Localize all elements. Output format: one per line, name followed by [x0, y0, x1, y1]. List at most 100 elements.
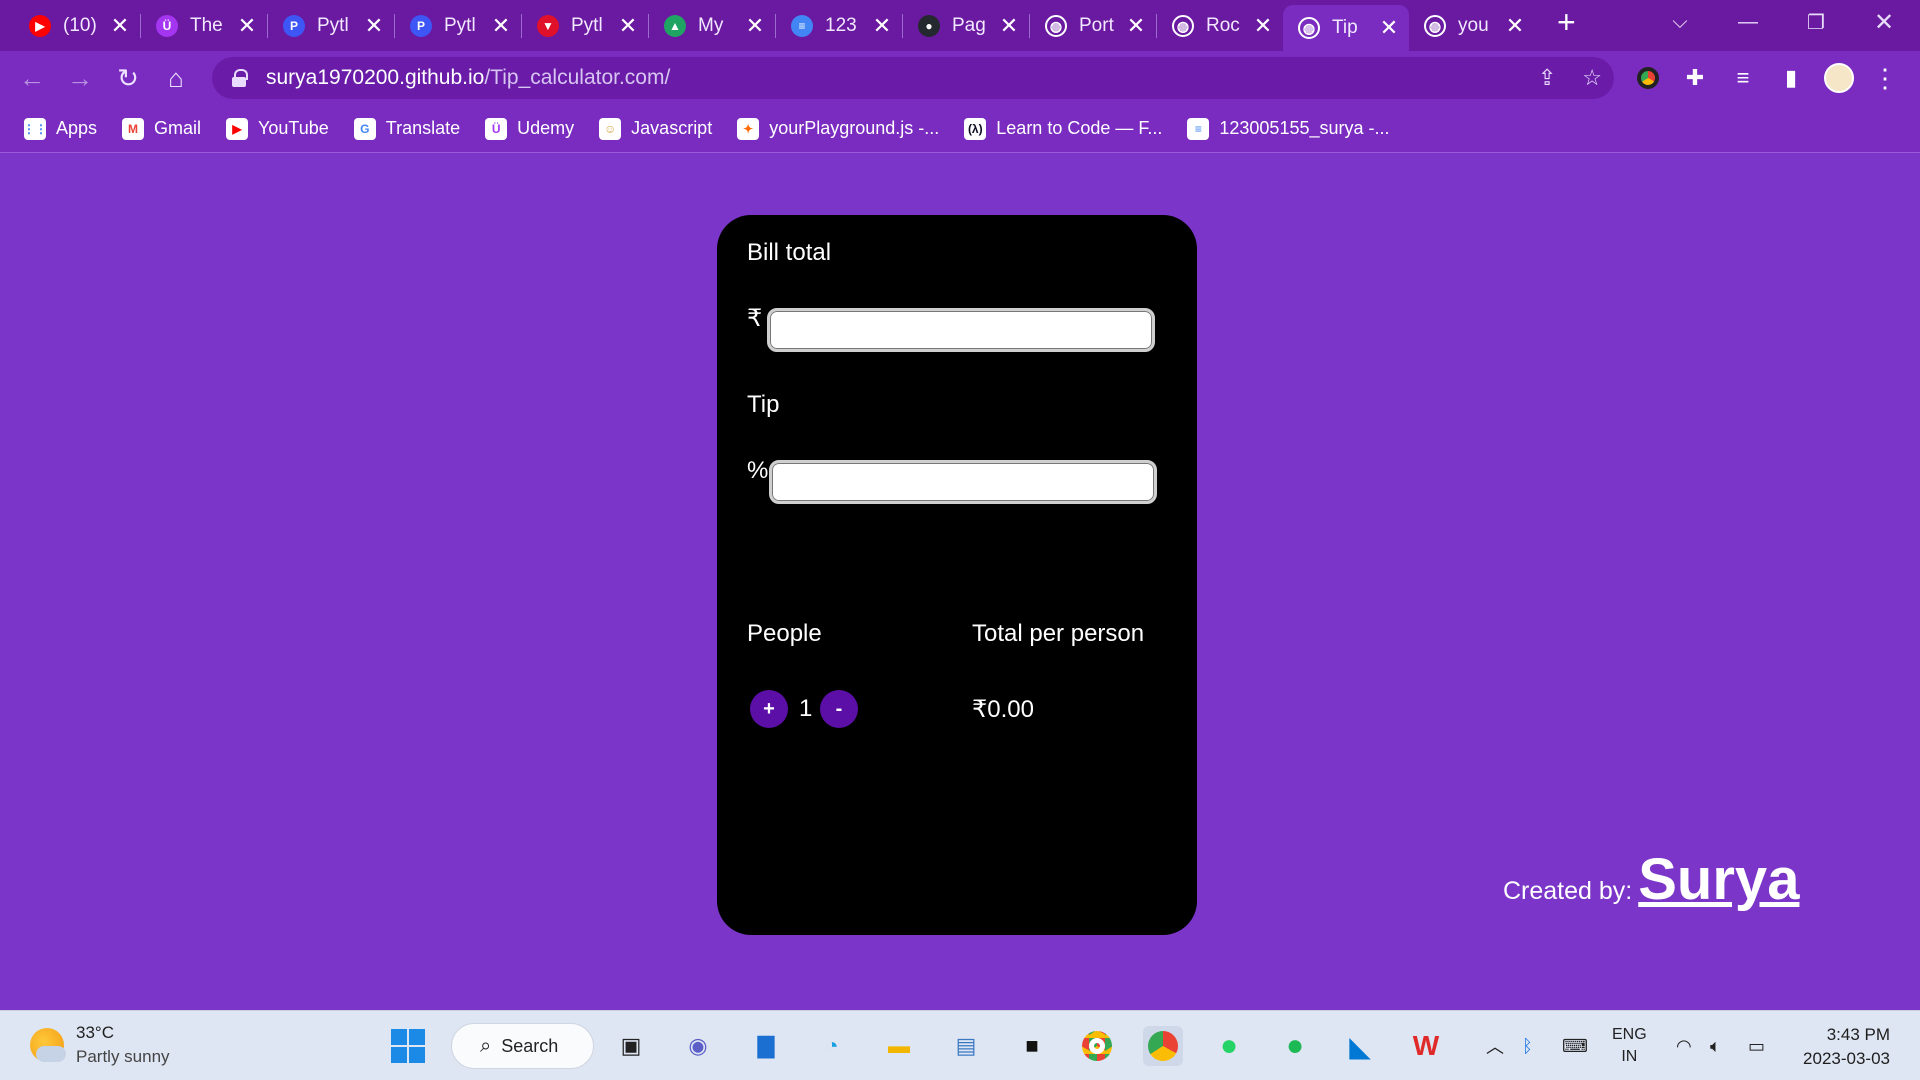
battery-icon[interactable]: ▭	[1748, 1011, 1765, 1080]
reload-icon[interactable]: ↻	[104, 54, 152, 102]
chrome-icon[interactable]	[1077, 1026, 1117, 1066]
system-clock[interactable]: 3:43 PM 2023-03-03	[1803, 1023, 1890, 1071]
browser-tab[interactable]: ◍ you ✕	[1409, 5, 1535, 47]
bill-total-input[interactable]	[767, 308, 1155, 352]
taskbar-search[interactable]: ⌕ Search	[451, 1023, 594, 1069]
close-tab-icon[interactable]: ✕	[1379, 15, 1399, 41]
gmail-icon: M	[122, 117, 145, 140]
youtube-icon: ▶	[29, 15, 51, 37]
close-tab-icon[interactable]: ✕	[745, 13, 765, 39]
side-panel-icon[interactable]: ▮	[1768, 51, 1814, 105]
close-tab-icon[interactable]: ✕	[237, 13, 257, 39]
close-tab-icon[interactable]: ✕	[110, 13, 130, 39]
bookmark-item[interactable]: Ü Udemy	[485, 117, 574, 140]
vscode-icon[interactable]: ◣	[1340, 1026, 1380, 1066]
browser-tab[interactable]: ≡ 123 ✕	[776, 5, 902, 47]
new-tab-icon[interactable]: +	[1557, 4, 1576, 41]
browser-tab[interactable]: ▶ (10) ✕	[14, 5, 140, 47]
chrome-profile-icon[interactable]	[1143, 1026, 1183, 1066]
restore-icon[interactable]: ❐	[1786, 0, 1846, 44]
bookmark-item[interactable]: M Gmail	[122, 117, 201, 140]
bookmark-label: Learn to Code — F...	[996, 118, 1163, 138]
bookmark-item[interactable]: ≡ 123005155_surya -...	[1187, 117, 1390, 140]
close-tab-icon[interactable]: ✕	[872, 13, 892, 39]
minimize-icon[interactable]: —	[1718, 0, 1778, 44]
url-text: surya1970200.github.io/Tip_calculator.co…	[266, 66, 670, 90]
globe-icon: ◍	[1172, 15, 1194, 37]
browser-tab[interactable]: ◍ Roc ✕	[1157, 5, 1283, 47]
bookmark-item[interactable]: G Translate	[353, 117, 460, 140]
widgets-icon[interactable]: ▇	[746, 1026, 786, 1066]
close-tab-icon[interactable]: ✕	[1253, 13, 1273, 39]
browser-tab[interactable]: Ü The ✕	[141, 5, 267, 47]
close-tab-icon[interactable]: ✕	[618, 13, 638, 39]
bookmark-item[interactable]: (λ) Learn to Code — F...	[964, 117, 1163, 140]
tip-percent-input[interactable]	[769, 460, 1157, 504]
tab-title: you	[1458, 15, 1489, 36]
teams-chat-icon[interactable]: ◉	[678, 1026, 718, 1066]
volume-icon[interactable]: 🔈︎	[1710, 1011, 1721, 1080]
bookmark-star-icon[interactable]: ☆	[1582, 65, 1602, 91]
bookmark-item[interactable]: ⋮⋮ Apps	[23, 117, 98, 140]
bluetooth-icon[interactable]: ᛒ	[1522, 1011, 1533, 1080]
total-per-person-label: Total per person	[972, 620, 1145, 647]
whatsapp-icon[interactable]: ●	[1209, 1026, 1249, 1066]
browser-tab[interactable]: ◍ Port ✕	[1030, 5, 1156, 47]
udemy-icon: Ü	[156, 15, 178, 37]
browser-tab[interactable]: P Pytl ✕	[395, 5, 521, 47]
close-tab-icon[interactable]: ✕	[1505, 13, 1525, 39]
google-drive-icon: ▲	[664, 15, 686, 37]
keyboard-icon[interactable]: ⌨	[1562, 1011, 1588, 1080]
python-file-icon[interactable]: ▤	[946, 1026, 986, 1066]
language-indicator[interactable]: ENG IN	[1612, 1011, 1647, 1080]
browser-tab[interactable]: ◍ Tip ✕	[1283, 5, 1409, 51]
tab-title: My	[698, 15, 724, 36]
back-arrow-icon[interactable]: ←	[8, 54, 56, 102]
bookmark-label: Apps	[56, 118, 98, 138]
wps-office-icon[interactable]: W	[1406, 1026, 1446, 1066]
search-icon: ⌕	[480, 1034, 492, 1057]
bookmark-item[interactable]: ▶ YouTube	[226, 117, 329, 140]
browser-tab[interactable]: ▼ Pytl ✕	[522, 5, 648, 47]
browser-tab[interactable]: P Pytl ✕	[268, 5, 394, 47]
bookmark-label: 123005155_surya -...	[1219, 118, 1390, 138]
edge-browser-icon[interactable]: ◔	[812, 1026, 852, 1066]
browser-tab[interactable]: ● Pag ✕	[903, 5, 1029, 47]
profile-avatar[interactable]	[1816, 51, 1862, 105]
weather-widget[interactable]: 33°C Partly sunny	[30, 1021, 170, 1069]
browser-tab[interactable]: ▲ My ✕	[649, 5, 775, 47]
url-path: /Tip_calculator.com/	[484, 66, 671, 89]
partly-sunny-icon	[30, 1028, 66, 1062]
author-link[interactable]: Surya	[1638, 846, 1799, 913]
address-bar[interactable]: surya1970200.github.io/Tip_calculator.co…	[212, 57, 1614, 99]
media-queue-icon[interactable]: ≡	[1720, 51, 1766, 105]
lock-icon[interactable]	[232, 69, 248, 87]
decrement-people-button[interactable]: -	[820, 690, 858, 728]
tab-search-icon[interactable]: ⌵	[1650, 0, 1710, 44]
forward-arrow-icon[interactable]: →	[56, 54, 104, 102]
share-icon[interactable]: ⇪	[1538, 65, 1556, 91]
tab-title: Pytl	[571, 15, 603, 36]
home-icon[interactable]: ⌂	[152, 54, 200, 102]
bill-total-label: Bill total	[747, 239, 832, 266]
bookmark-item[interactable]: ☺ Javascript	[599, 117, 712, 140]
spotify-icon[interactable]: ●	[1275, 1026, 1315, 1066]
tab-title: The	[190, 15, 223, 36]
close-tab-icon[interactable]: ✕	[999, 13, 1019, 39]
increment-people-button[interactable]: +	[750, 690, 788, 728]
task-view-icon[interactable]: ▣	[611, 1026, 651, 1066]
close-window-icon[interactable]: ✕	[1854, 0, 1914, 44]
wifi-icon[interactable]: ◠	[1676, 1011, 1692, 1080]
close-tab-icon[interactable]: ✕	[1126, 13, 1146, 39]
bookmark-item[interactable]: ✦ yourPlayground.js -...	[737, 117, 939, 140]
playground-icon: ✦	[737, 117, 760, 140]
file-explorer-icon[interactable]: ▬	[879, 1026, 919, 1066]
extensions-puzzle-icon[interactable]: ✚	[1672, 51, 1718, 105]
close-tab-icon[interactable]: ✕	[491, 13, 511, 39]
chrome-extension-icon[interactable]	[1625, 51, 1671, 105]
terminal-icon[interactable]: ■	[1012, 1026, 1052, 1066]
more-menu-icon[interactable]: ⋮	[1862, 51, 1908, 105]
windows-start-icon[interactable]	[388, 1026, 428, 1066]
close-tab-icon[interactable]: ✕	[364, 13, 384, 39]
show-hidden-icons-icon[interactable]: ︿	[1486, 1011, 1504, 1080]
